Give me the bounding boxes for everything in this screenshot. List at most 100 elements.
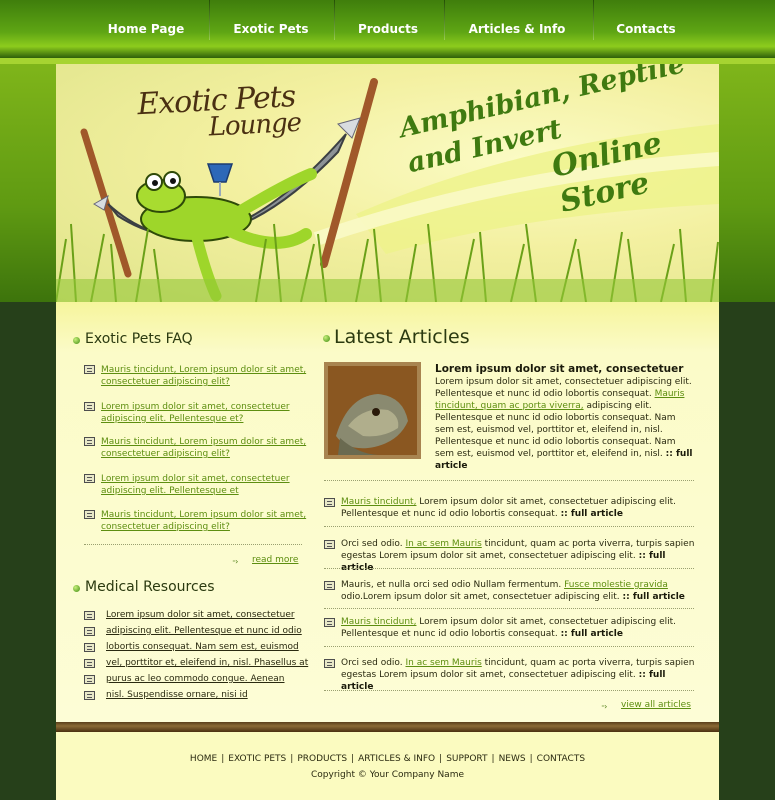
article-text: Mauris, et nulla orci sed odio Nullam fe… — [341, 579, 696, 603]
document-icon — [84, 627, 95, 636]
article-link[interactable]: In ac sem Mauris — [406, 539, 482, 549]
document-icon — [84, 365, 95, 374]
article-link[interactable]: Mauris tincidunt, — [341, 497, 416, 507]
document-icon — [84, 675, 95, 684]
medical-item[interactable]: Lorem ipsum dolor sit amet, consectetuer — [84, 610, 314, 624]
document-icon — [324, 498, 335, 507]
iguana-image[interactable] — [324, 362, 421, 459]
document-icon — [84, 659, 95, 668]
faq-link[interactable]: Mauris tincidunt, Lorem ipsum dolor sit … — [101, 509, 311, 533]
nav-exotic-pets[interactable]: Exotic Pets — [216, 0, 326, 58]
article-divider — [324, 690, 694, 691]
faq-item: Lorem ipsum dolor sit amet, consectetuer… — [84, 401, 314, 427]
medical-title: Medical Resources — [85, 579, 215, 595]
document-icon — [324, 659, 335, 668]
medical-item-text: lobortis consequat. Nam sem est, euismod — [106, 642, 299, 652]
featured-article: Lorem ipsum dolor sit amet, consectetuer… — [435, 362, 697, 472]
document-icon — [84, 611, 95, 620]
footer-separator: | — [529, 754, 533, 764]
medical-item-text: Lorem ipsum dolor sit amet, consectetuer — [106, 610, 295, 620]
nav-separator — [444, 0, 445, 40]
document-icon — [84, 643, 95, 652]
footer-link-articles-info[interactable]: ARTICLES & INFO — [358, 754, 435, 764]
footer-link-support[interactable]: SUPPORT — [446, 754, 487, 764]
nav-separator — [209, 0, 210, 40]
article-divider — [324, 480, 694, 481]
document-icon — [84, 402, 95, 411]
document-icon — [324, 618, 335, 627]
top-navigation: Home Page Exotic Pets Products Articles … — [0, 0, 775, 58]
article-divider — [324, 526, 694, 527]
footer-link-contacts[interactable]: CONTACTS — [537, 754, 585, 764]
side-panel-dark-left — [0, 302, 56, 800]
articles-title: Latest Articles — [334, 326, 470, 348]
featured-heading[interactable]: Lorem ipsum dolor sit amet, consectetuer — [435, 362, 697, 376]
copyright-text: Copyright © Your Company Name — [311, 770, 464, 780]
faq-divider — [84, 544, 302, 545]
view-all-articles-link[interactable]: view all articles — [621, 700, 691, 710]
nav-separator — [593, 0, 594, 40]
article-text: Orci sed odio. In ac sem Mauris tincidun… — [341, 657, 696, 693]
faq-item: Lorem ipsum dolor sit amet, consectetuer… — [84, 473, 314, 499]
medical-item[interactable]: lobortis consequat. Nam sem est, euismod — [84, 642, 314, 656]
medical-item-text: vel, porttitor et, eleifend in, nisl. Ph… — [106, 658, 309, 668]
full-article-link[interactable]: :: full article — [561, 509, 623, 519]
section-bullet-icon — [323, 335, 330, 342]
footer-link-home[interactable]: HOME — [190, 754, 217, 764]
nav-articles-info[interactable]: Articles & Info — [450, 0, 584, 58]
footer-separator: | — [439, 754, 443, 764]
footer-nav: HOME | EXOTIC PETS | PRODUCTS | ARTICLES & INF… — [56, 754, 719, 764]
read-more-link[interactable]: read more — [252, 555, 298, 565]
footer-separator: | — [351, 754, 355, 764]
faq-title: Exotic Pets FAQ — [85, 331, 193, 347]
article-link[interactable]: In ac sem Mauris — [406, 658, 482, 668]
nav-products[interactable]: Products — [340, 0, 436, 58]
medical-item[interactable]: nisl. Suspendisse ornare, nisi id — [84, 690, 314, 704]
arrow-right-icon: ··› — [601, 702, 607, 711]
faq-link[interactable]: Lorem ipsum dolor sit amet, consectetuer… — [101, 473, 311, 497]
site-logo[interactable]: Exotic Pets Lounge — [136, 79, 301, 144]
article-text: Mauris tincidunt, Lorem ipsum dolor sit … — [341, 616, 696, 640]
medical-item[interactable]: adipiscing elit. Pellentesque et nunc id… — [84, 626, 314, 640]
footer-divider-bar — [56, 722, 719, 732]
article-post-text: odio.Lorem ipsum dolor sit amet, consect… — [341, 592, 620, 602]
full-article-link[interactable]: :: full article — [561, 629, 623, 639]
faq-item: Mauris tincidunt, Lorem ipsum dolor sit … — [84, 509, 314, 535]
footer-link-exotic-pets[interactable]: EXOTIC PETS — [228, 754, 286, 764]
medical-item-text: adipiscing elit. Pellentesque et nunc id… — [106, 626, 302, 636]
article-pre-text: Mauris, et nulla orci sed odio Nullam fe… — [341, 580, 565, 590]
article-link[interactable]: Mauris tincidunt, — [341, 617, 416, 627]
article-text: Mauris tincidunt, Lorem ipsum dolor sit … — [341, 496, 696, 520]
nav-home-page[interactable]: Home Page — [95, 0, 197, 58]
faq-link[interactable]: Lorem ipsum dolor sit amet, consectetuer… — [101, 401, 311, 425]
article-divider — [324, 568, 694, 569]
medical-item[interactable]: vel, porttitor et, eleifend in, nisl. Ph… — [84, 658, 314, 672]
medical-item[interactable]: purus ac leo commodo congue. Aenean — [84, 674, 314, 688]
nav-contacts[interactable]: Contacts — [600, 0, 692, 58]
article-link[interactable]: Fusce molestie gravida — [564, 580, 668, 590]
section-bullet-icon — [73, 585, 80, 592]
article-pre-text: Orci sed odio. — [341, 658, 406, 668]
footer-separator: | — [221, 754, 225, 764]
side-panel-right — [719, 64, 775, 302]
faq-item: Mauris tincidunt, Lorem ipsum dolor sit … — [84, 364, 314, 390]
full-article-link[interactable]: :: full article — [623, 592, 685, 602]
footer-link-products[interactable]: PRODUCTS — [297, 754, 347, 764]
document-icon — [324, 540, 335, 549]
nav-separator — [334, 0, 335, 40]
footer-link-news[interactable]: NEWS — [499, 754, 526, 764]
header-banner: Exotic Pets Lounge Amphibian, Reptile an… — [56, 64, 719, 302]
faq-link[interactable]: Mauris tincidunt, Lorem ipsum dolor sit … — [101, 436, 311, 460]
side-panel-left — [0, 64, 56, 302]
faq-link[interactable]: Mauris tincidunt, Lorem ipsum dolor sit … — [101, 364, 311, 388]
document-icon — [84, 474, 95, 483]
footer-separator: | — [290, 754, 294, 764]
arrow-right-icon: ··› — [232, 557, 238, 566]
footer-separator: | — [491, 754, 495, 764]
medical-item-text: purus ac leo commodo congue. Aenean — [106, 674, 285, 684]
faq-item: Mauris tincidunt, Lorem ipsum dolor sit … — [84, 436, 314, 462]
section-bullet-icon — [73, 337, 80, 344]
featured-text: Lorem ipsum dolor sit amet, consectetuer… — [435, 377, 692, 399]
document-icon — [84, 437, 95, 446]
article-divider — [324, 608, 694, 609]
